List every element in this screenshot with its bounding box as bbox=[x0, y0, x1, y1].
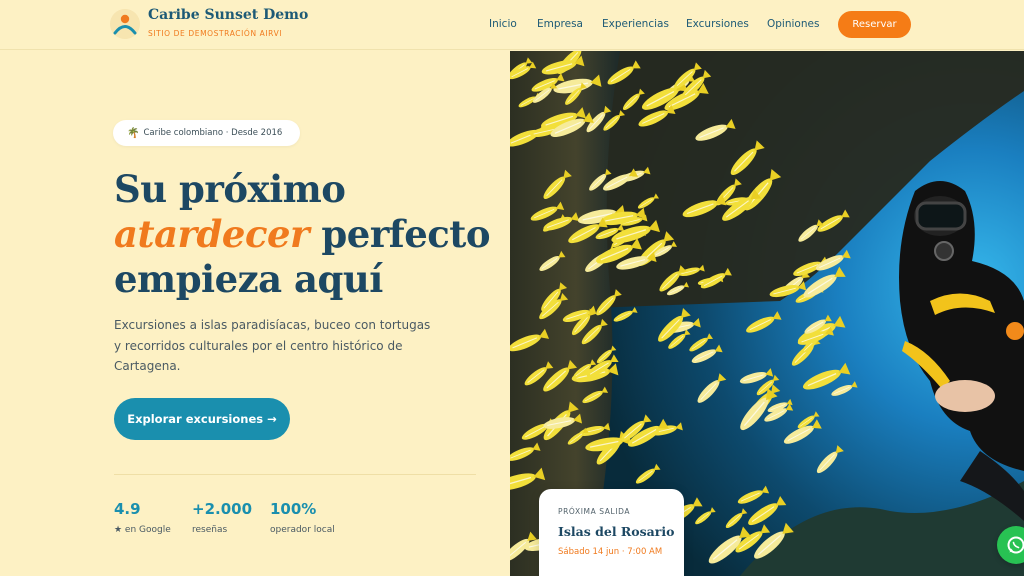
explore-excursions-button[interactable]: Explorar excursiones → bbox=[114, 398, 290, 440]
reservar-button[interactable]: Reservar bbox=[838, 11, 911, 38]
hero-title-line-3: empieza aquí bbox=[114, 257, 383, 301]
stats-divider bbox=[114, 474, 476, 475]
nav-excursiones[interactable]: Excursiones bbox=[686, 18, 749, 30]
palm-tree-icon: 🌴 bbox=[127, 127, 140, 139]
hero-title-accent: atardecer bbox=[114, 212, 310, 256]
stat-reviews-label: reseñas bbox=[192, 525, 228, 535]
hero-description: Excursiones a islas paradisíacas, buceo … bbox=[114, 318, 431, 373]
next-departure-card[interactable]: PRÓXIMA SALIDA Islas del Rosario Sábado … bbox=[539, 489, 684, 576]
stat-rating-label: ★ en Google bbox=[114, 525, 171, 535]
stat-local-label: operador local bbox=[270, 525, 335, 535]
hero-badge-text: Caribe colombiano · Desde 2016 bbox=[143, 128, 283, 138]
stat-reviews-value: +2.000 bbox=[192, 500, 253, 518]
next-departure-label: PRÓXIMA SALIDA bbox=[558, 507, 631, 516]
hero-title-line-2: atardecer perfecto bbox=[114, 211, 491, 257]
hero-title-line-1: Su próximo bbox=[114, 167, 346, 211]
stat-local-value: 100% bbox=[270, 500, 317, 518]
whatsapp-icon bbox=[1007, 536, 1024, 554]
nav-empresa[interactable]: Empresa bbox=[537, 18, 583, 30]
nav-opiniones[interactable]: Opiniones bbox=[767, 18, 819, 30]
next-departure-title: Islas del Rosario bbox=[558, 524, 675, 539]
stat-rating-value: 4.9 bbox=[114, 500, 141, 518]
next-departure-time: Sábado 14 jun · 7:00 AM bbox=[558, 547, 663, 557]
hero-badge: 🌴 Caribe colombiano · Desde 2016 bbox=[113, 120, 300, 146]
hero-title-line-2-rest: perfecto bbox=[321, 212, 491, 256]
nav-inicio[interactable]: Inicio bbox=[489, 18, 517, 30]
nav-experiencias[interactable]: Experiencias bbox=[602, 18, 669, 30]
site-header: Caribe Sunset Demo SITIO DE DEMOSTRACIÓN… bbox=[0, 0, 1024, 50]
